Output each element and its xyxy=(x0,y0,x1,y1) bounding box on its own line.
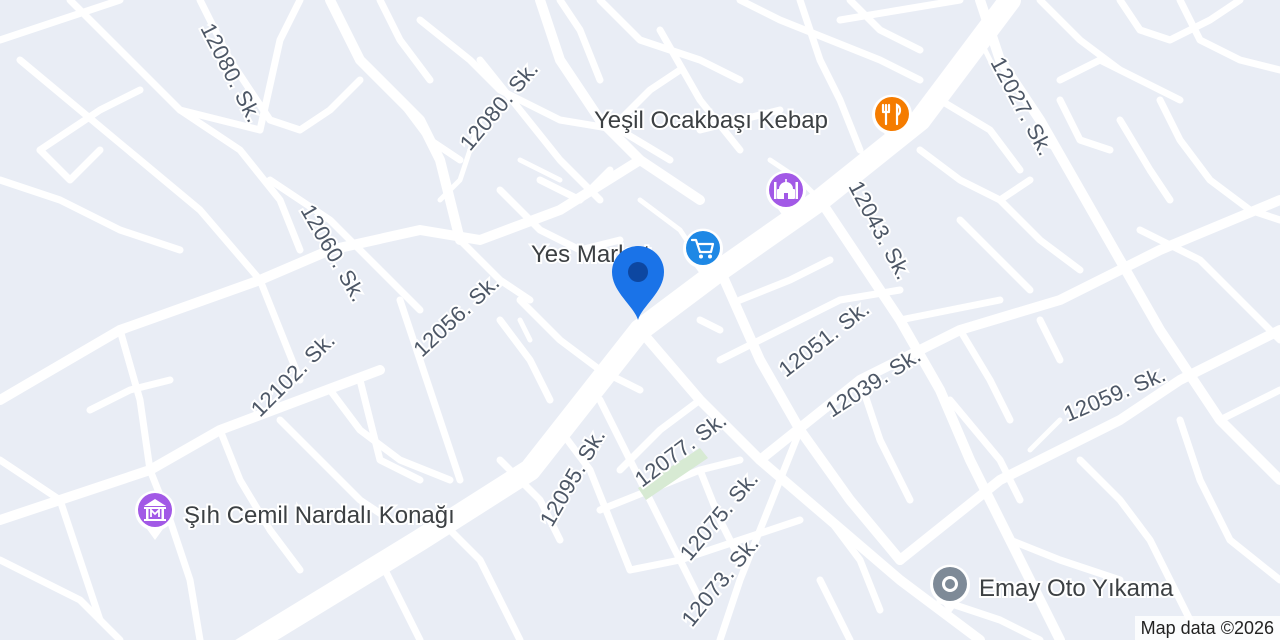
map-canvas[interactable]: 12080. Sk. 12080. Sk. 12060. Sk. 12056. … xyxy=(0,0,1280,640)
poi-label-kebap: Yeşil Ocakbaşı Kebap xyxy=(594,107,828,134)
poi-label-konak: Şıh Cemil Nardalı Konağı xyxy=(184,502,455,529)
poi-label-emay-oto: Emay Oto Yıkama xyxy=(979,575,1174,602)
map-attribution[interactable]: Map data ©2026 xyxy=(1134,616,1280,640)
